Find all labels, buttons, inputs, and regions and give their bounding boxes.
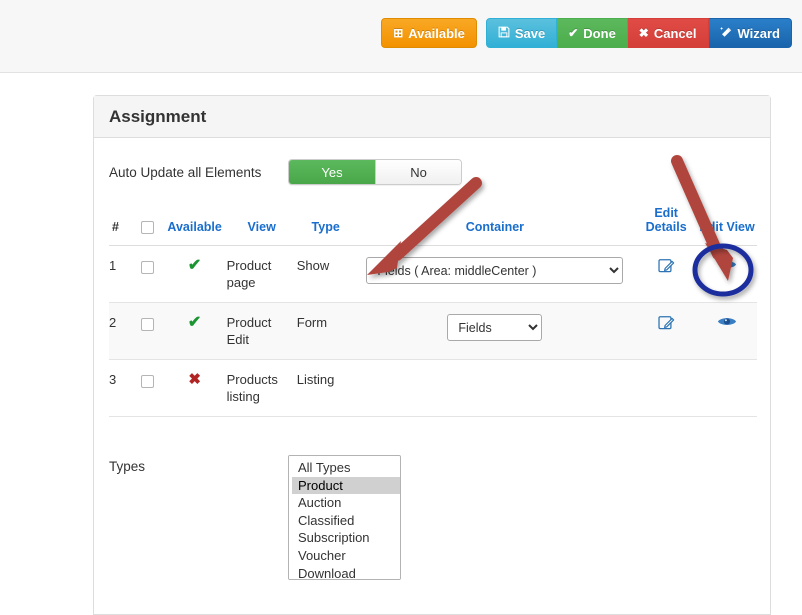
- assignment-panel: Assignment Auto Update all Elements Yes …: [93, 95, 771, 615]
- edit-details-icon-row-2[interactable]: [658, 314, 675, 331]
- times-icon: ✖: [638, 26, 649, 40]
- floppy-disk-icon: [498, 26, 510, 40]
- table-row: 3 ✖ Products listing Listing: [109, 359, 757, 417]
- types-option-product[interactable]: Product: [292, 477, 400, 495]
- wizard-button-label: Wizard: [737, 25, 781, 41]
- done-button-label: Done: [583, 25, 616, 41]
- top-toolbar: ⊞ Available Save ✔ Done ✖ Cancel Wizard: [0, 0, 802, 73]
- auto-update-no-option[interactable]: No: [375, 160, 461, 184]
- row-checkbox-2[interactable]: [140, 318, 154, 332]
- auto-update-yes-option[interactable]: Yes: [289, 160, 375, 184]
- select-all-checkbox[interactable]: [140, 221, 154, 234]
- panel-header: Assignment: [94, 96, 770, 138]
- container-cell-3: [354, 359, 636, 417]
- container-cell-1: Fields ( Area: middleCenter ): [354, 245, 636, 303]
- types-listbox[interactable]: All Types Product Auction Classified Sub…: [288, 455, 401, 580]
- types-label: Types: [109, 459, 146, 474]
- column-header-select-all: [131, 206, 163, 246]
- row-checkbox-3[interactable]: [140, 375, 154, 389]
- row-number-2: 2: [109, 302, 132, 360]
- assignment-table-wrapper: # Available View Type Container Edit Det…: [109, 206, 757, 417]
- wizard-button[interactable]: Wizard: [708, 18, 792, 48]
- cancel-button[interactable]: ✖ Cancel: [627, 18, 709, 48]
- edit-details-cell-3: [635, 359, 698, 417]
- types-option-auction[interactable]: Auction: [292, 494, 400, 512]
- edit-details-cell-1: [635, 245, 698, 303]
- edit-details-icon-row-1[interactable]: [658, 257, 675, 274]
- type-name-1: Show: [296, 245, 355, 303]
- save-button[interactable]: Save: [485, 18, 558, 48]
- times-icon: ✖: [188, 371, 201, 388]
- edit-view-cell-1: [697, 245, 757, 303]
- row-number-1: 1: [109, 245, 132, 303]
- panel-body: Auto Update all Elements Yes No # Availa…: [94, 138, 770, 580]
- available-button[interactable]: ⊞ Available: [381, 18, 477, 48]
- availability-cell-1: ✔: [162, 245, 227, 303]
- toolbar-button-group: ⊞ Available Save ✔ Done ✖ Cancel Wizard: [381, 18, 792, 48]
- edit-view-cell-2: [697, 302, 757, 360]
- cancel-button-label: Cancel: [653, 25, 697, 41]
- page-title: Assignment: [109, 106, 207, 126]
- save-button-label: Save: [514, 25, 546, 41]
- check-icon: ✔: [187, 257, 202, 274]
- edit-details-cell-2: [635, 302, 698, 360]
- column-header-number: #: [109, 206, 132, 246]
- type-name-2: Form: [296, 302, 355, 360]
- container-cell-2: Fields: [354, 302, 636, 360]
- availability-cell-3: ✖: [162, 359, 227, 417]
- row-number-3: 3: [109, 359, 132, 417]
- edit-view-icon-row-2[interactable]: [717, 314, 737, 329]
- check-icon: ✔: [568, 26, 579, 40]
- column-header-available: Available: [162, 206, 227, 246]
- types-row: Types All Types Product Auction Classifi…: [94, 417, 770, 580]
- types-option-classified[interactable]: Classified: [292, 512, 400, 530]
- edit-view-icon-row-1[interactable]: [717, 257, 737, 272]
- check-icon: ✔: [187, 314, 202, 331]
- container-dropdown-row-1[interactable]: Fields ( Area: middleCenter ): [366, 257, 624, 284]
- column-header-container: Container: [354, 206, 636, 246]
- done-button[interactable]: ✔ Done: [557, 18, 628, 48]
- column-header-edit-details: Edit Details: [635, 206, 698, 246]
- auto-update-row: Auto Update all Elements Yes No: [94, 138, 770, 185]
- row-checkbox-cell-3: [131, 359, 163, 417]
- column-header-view: View: [226, 206, 297, 246]
- auto-update-toggle[interactable]: Yes No: [288, 159, 462, 185]
- types-option-subscription[interactable]: Subscription: [292, 529, 400, 547]
- plus-square-icon: ⊞: [393, 26, 404, 40]
- row-checkbox-1[interactable]: [140, 261, 154, 275]
- row-checkbox-cell-2: [131, 302, 163, 360]
- availability-cell-2: ✔: [162, 302, 227, 360]
- view-name-1: Product page: [226, 245, 297, 303]
- table-header-row: # Available View Type Container Edit Det…: [109, 206, 757, 246]
- available-button-label: Available: [408, 25, 465, 41]
- view-name-3: Products listing: [226, 359, 297, 417]
- assignment-table: # Available View Type Container Edit Det…: [109, 206, 757, 417]
- magic-wand-icon: [719, 26, 733, 41]
- column-header-type: Type: [296, 206, 355, 246]
- row-checkbox-cell-1: [131, 245, 163, 303]
- types-option-download[interactable]: Download: [292, 565, 400, 580]
- types-option-all-types[interactable]: All Types: [292, 459, 400, 477]
- view-name-2: Product Edit: [226, 302, 297, 360]
- container-dropdown-row-2[interactable]: Fields: [447, 314, 543, 341]
- table-row: 1 ✔ Product page Show Fields ( Area: mid…: [109, 245, 757, 303]
- column-header-edit-view: Edit View: [697, 206, 757, 246]
- auto-update-label: Auto Update all Elements: [109, 164, 262, 180]
- edit-view-cell-3: [697, 359, 757, 417]
- type-name-3: Listing: [296, 359, 355, 417]
- types-option-voucher[interactable]: Voucher: [292, 547, 400, 565]
- table-row: 2 ✔ Product Edit Form Fields: [109, 302, 757, 360]
